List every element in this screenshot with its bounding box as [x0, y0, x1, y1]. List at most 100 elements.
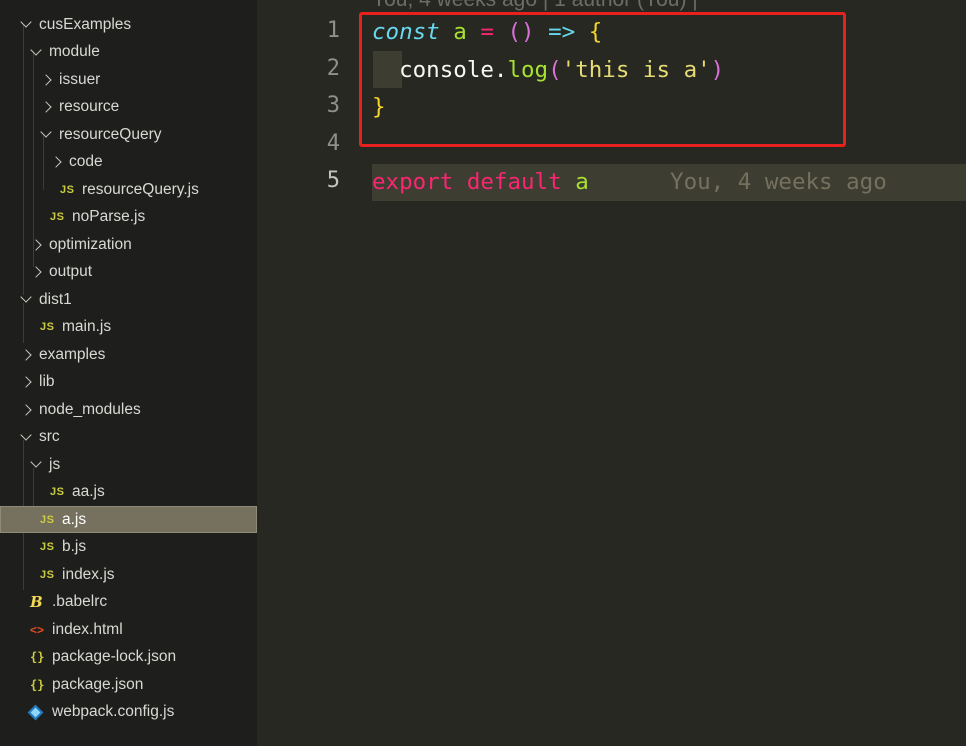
tree-item-label: resourceQuery [59, 125, 162, 143]
chevron-down-icon [40, 126, 52, 138]
folder-item[interactable]: optimization [0, 231, 257, 258]
token-keyword: const [372, 19, 440, 45]
webpack-icon [27, 704, 52, 720]
chevron-down-icon [30, 456, 42, 468]
tree-item-label: a.js [62, 510, 87, 528]
code-line-5[interactable]: export default a You, 4 weeks ago [372, 164, 887, 201]
file-item[interactable]: webpack.config.js [0, 699, 257, 726]
code-line-1[interactable]: const a = () => { [372, 14, 602, 51]
js-file-icon: JS [40, 513, 55, 526]
tree-item-label: webpack.config.js [52, 703, 175, 720]
token-keyword: default [466, 169, 562, 195]
token-identifier: a [575, 169, 589, 195]
folder-item[interactable]: issuer [0, 66, 257, 93]
token-paren: ) [710, 57, 725, 83]
token-identifier: a [453, 19, 467, 45]
chevron-right-icon [30, 238, 42, 251]
json-file-icon: {} [30, 650, 45, 664]
chevron-down-icon [30, 43, 42, 56]
js-file-icon: JS [50, 486, 65, 498]
js-file-icon: JS [50, 211, 65, 223]
tree-item-label: index.js [62, 565, 115, 583]
token-dot: . [493, 57, 508, 83]
tree-item-label: js [49, 455, 61, 473]
json-file-icon: {} [30, 677, 45, 692]
line-number: 4 [326, 131, 340, 156]
code-editor[interactable]: You, 4 weeks ago | 1 author (You) | 1 2 … [257, 0, 966, 746]
tree-item-label: package.json [52, 675, 144, 693]
tree-item-label: cusExamples [39, 15, 132, 33]
tree-item-label: index.html [52, 620, 123, 638]
token-paren: ( [548, 57, 562, 83]
tree-item-label: code [69, 153, 103, 170]
line-number: 2 [326, 56, 340, 81]
chevron-right-icon [40, 73, 52, 86]
tree-item-label: src [39, 428, 60, 445]
folder-item[interactable]: cusExamples [0, 11, 257, 38]
line-number-current: 5 [326, 168, 340, 193]
tree-item-label: package-lock.json [52, 648, 177, 665]
babel-file-icon: B [30, 593, 43, 611]
chevron-right-icon [50, 156, 62, 168]
file-item[interactable]: JS noParse.js [0, 204, 257, 231]
inline-blame: You, 4 weeks ago [670, 169, 887, 195]
folder-item[interactable]: module [0, 39, 257, 66]
file-item[interactable]: JS main.js [0, 314, 257, 341]
chevron-right-icon [30, 266, 42, 278]
folder-item[interactable]: js [0, 451, 257, 478]
chevron-right-icon [20, 403, 32, 416]
token-object: console [399, 57, 494, 83]
tree-item-label: node_modules [39, 400, 141, 418]
tree-item-label: noParse.js [72, 208, 146, 225]
tree-item-label: b.js [62, 538, 87, 555]
token-brace: { [588, 19, 603, 45]
tree-item-label: resource [59, 98, 120, 115]
chevron-down-icon [20, 16, 32, 28]
folder-item[interactable]: examples [0, 341, 257, 368]
folder-item[interactable]: resourceQuery [0, 121, 257, 148]
file-item[interactable]: JS b.js [0, 534, 257, 561]
token-arrow: => [548, 19, 576, 45]
line-number: 1 [326, 18, 340, 43]
tree-item-label: issuer [59, 70, 101, 88]
token-brace: } [372, 94, 386, 120]
code-line-3[interactable]: } [372, 89, 386, 126]
token-string: 'this is a' [561, 57, 711, 83]
tree-item-label: lib [39, 373, 55, 390]
tree-item-label: dist1 [39, 290, 72, 308]
file-item[interactable]: {} package-lock.json [0, 644, 257, 671]
folder-item[interactable]: output [0, 259, 257, 286]
html-file-icon: <> [30, 622, 45, 637]
js-file-icon: JS [40, 541, 55, 553]
folder-item[interactable]: dist1 [0, 286, 257, 313]
folder-item[interactable]: code [0, 149, 257, 176]
folder-item[interactable]: src [0, 424, 257, 451]
folder-item[interactable]: lib [0, 369, 257, 396]
tree-item-label: resourceQuery.js [82, 180, 199, 198]
tree-item-label: examples [39, 345, 106, 363]
file-item[interactable]: JS a.js [0, 506, 257, 533]
code-line-2[interactable]: console.log('this is a') [372, 52, 724, 89]
chevron-down-icon [20, 428, 32, 441]
chevron-right-icon [40, 101, 52, 113]
line-number: 3 [326, 93, 340, 118]
tree-item-label: module [49, 43, 100, 60]
token-paren: ) [521, 19, 535, 45]
chevron-down-icon [20, 291, 32, 303]
file-item[interactable]: JS resourceQuery.js [0, 176, 257, 203]
tree-item-label: output [49, 263, 93, 280]
file-item[interactable]: B .babelrc [0, 589, 257, 616]
folder-item[interactable]: node_modules [0, 396, 257, 423]
file-item[interactable]: {} package.json [0, 671, 257, 698]
blame-header: You, 4 weeks ago | 1 author (You) | [372, 0, 698, 14]
explorer-sidebar: cusExamples module issuer resource resourceQ… [0, 0, 257, 746]
token-method: log [507, 57, 549, 83]
token-operator: = [480, 19, 494, 45]
file-item[interactable]: JS aa.js [0, 479, 257, 506]
file-item[interactable]: JS index.js [0, 561, 257, 588]
tree-item-label: optimization [49, 235, 132, 253]
folder-item[interactable]: resource [0, 94, 257, 121]
js-file-icon: JS [60, 183, 75, 196]
tree-item-label: main.js [62, 318, 112, 335]
file-item[interactable]: <> index.html [0, 616, 257, 643]
